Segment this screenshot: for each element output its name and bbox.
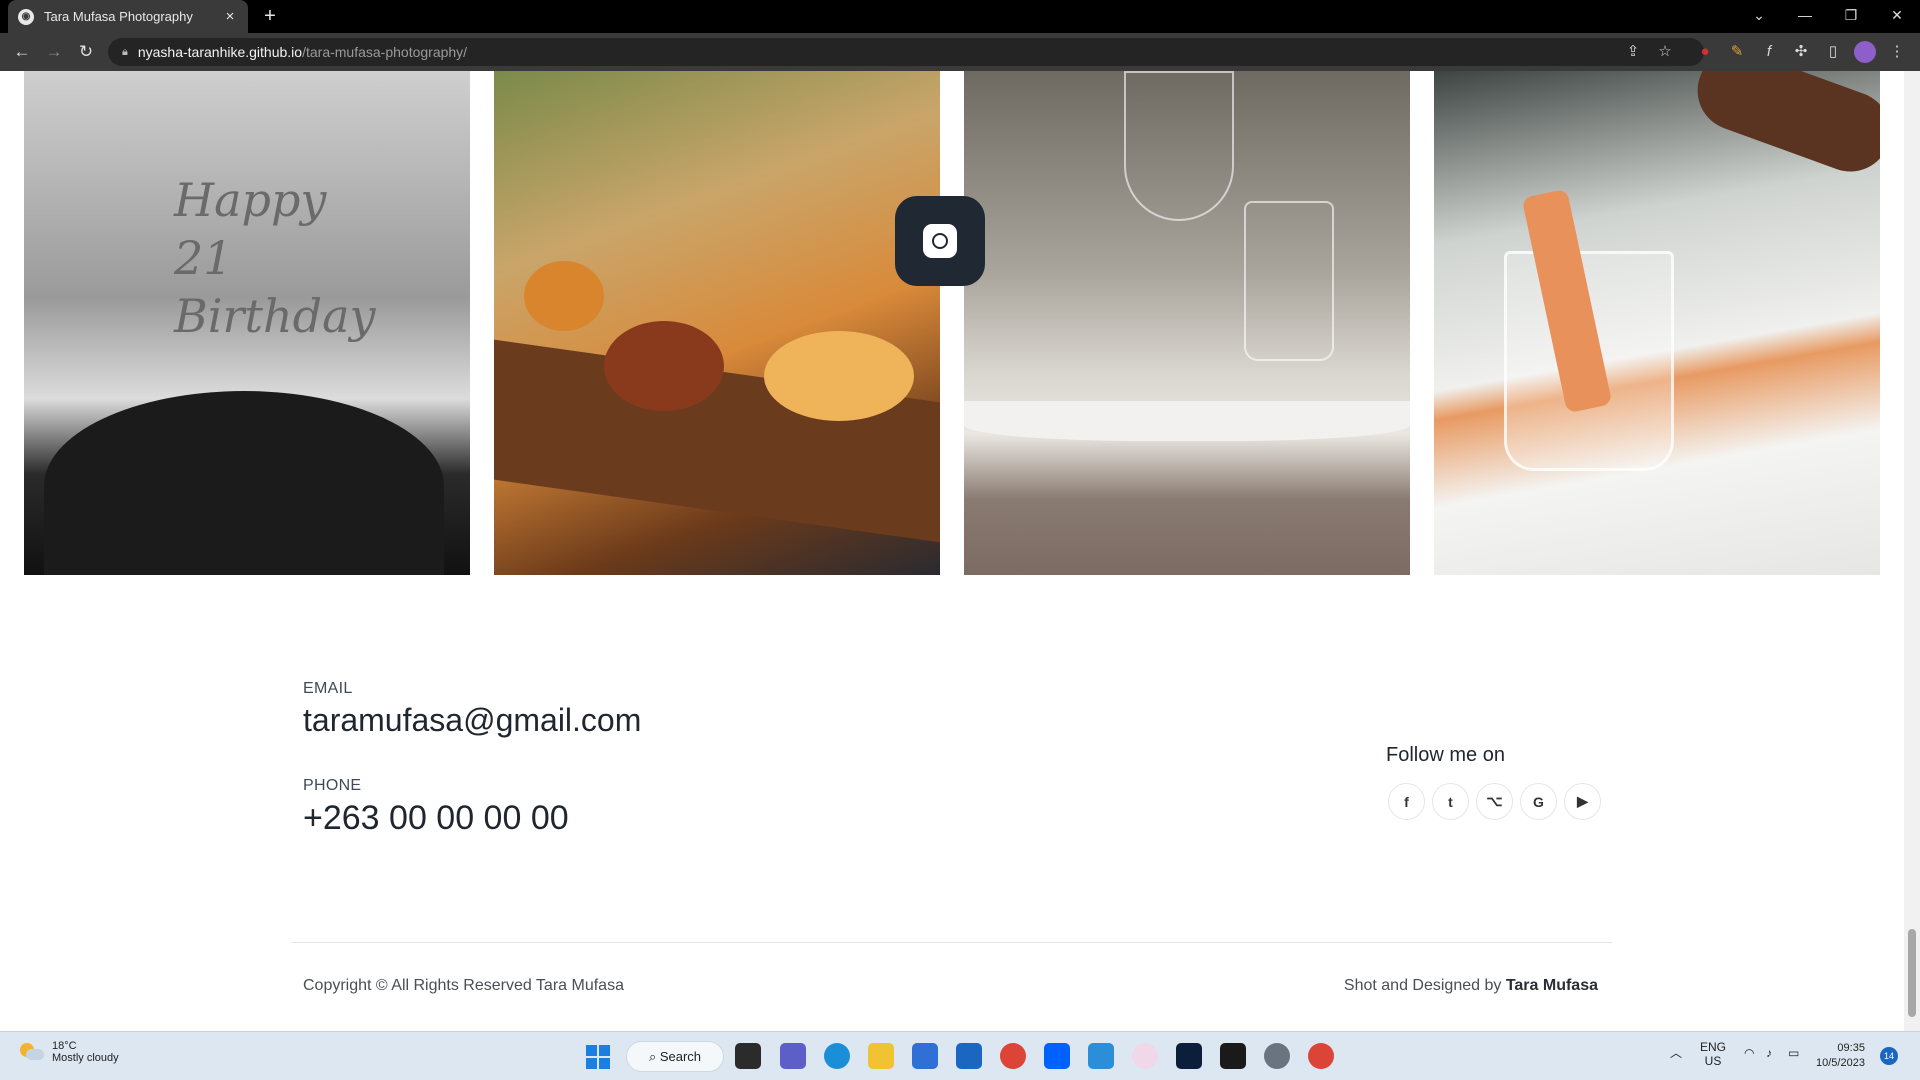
share-icon[interactable]: ⇪ <box>1622 41 1644 63</box>
instagram-icon <box>923 224 957 258</box>
volume-icon[interactable]: ♪ <box>1766 1046 1772 1060</box>
food-item-shape <box>524 261 604 331</box>
tray-chevron-icon[interactable]: ︿ <box>1670 1046 1682 1060</box>
vscode-icon[interactable] <box>1088 1043 1114 1069</box>
scrollbar-thumb[interactable] <box>1908 929 1916 1017</box>
youtube-icon[interactable]: ▶ <box>1564 783 1601 820</box>
bridge-icon[interactable] <box>1220 1043 1246 1069</box>
reload-icon[interactable]: ↻ <box>74 41 98 63</box>
cake-shape <box>44 391 444 575</box>
browser-menu-icon[interactable]: ⋮ <box>1886 41 1908 63</box>
notification-badge[interactable]: 14 <box>1880 1047 1898 1065</box>
clock-time: 09:35 <box>1837 1042 1865 1054</box>
extension-icon[interactable]: ● <box>1694 41 1716 63</box>
chrome-icon[interactable] <box>1000 1043 1026 1069</box>
taskbar-clock[interactable]: 09:35 10/5/2023 <box>1816 1041 1865 1071</box>
dropbox-icon[interactable] <box>1044 1043 1070 1069</box>
language-indicator[interactable]: ENG US <box>1700 1040 1726 1068</box>
credit-prefix: Shot and Designed by <box>1343 977 1502 994</box>
weather-temperature: 18°C <box>52 1040 77 1052</box>
arm-shape <box>1686 71 1880 183</box>
battery-icon[interactable]: ▭ <box>1788 1046 1799 1060</box>
site-favicon-icon: ◉ <box>18 8 34 25</box>
browser-tab-strip: ◉ Tara Mufasa Photography × + ⌄ — ❐ ✕ <box>0 0 1920 33</box>
language-code: ENG <box>1700 1040 1727 1054</box>
page-scrollbar[interactable] <box>1904 71 1920 1031</box>
clock-date: 10/5/2023 <box>1816 1057 1865 1069</box>
weather-widget[interactable]: 18°C Mostly cloudy <box>18 1040 119 1064</box>
github-icon[interactable]: ⌥ <box>1476 783 1513 820</box>
url-path: /tara-mufasa-photography/ <box>302 44 468 60</box>
social-links: f t ⌥ G ▶ <box>1388 783 1601 820</box>
browser-toolbar: ← → ↻ 🔒︎ nyasha-taranhike.github.io /tar… <box>0 33 1920 71</box>
footer-divider <box>291 942 1612 943</box>
store-icon[interactable] <box>912 1043 938 1069</box>
photoshop-icon[interactable] <box>1176 1043 1202 1069</box>
tab-search-icon[interactable]: ⌄ <box>1736 0 1782 33</box>
minimize-icon[interactable]: — <box>1782 0 1828 33</box>
chrome-canary-icon[interactable] <box>1308 1043 1334 1069</box>
gallery-photo-food-platter[interactable] <box>494 71 940 575</box>
bookmark-star-icon[interactable]: ☆ <box>1654 41 1676 63</box>
address-bar[interactable]: 🔒︎ nyasha-taranhike.github.io /tara-mufa… <box>108 38 1704 66</box>
email-label: EMAIL <box>303 680 353 697</box>
cake-topper-text: Happy 21 Birthday <box>174 173 376 343</box>
settings-gear-icon[interactable] <box>1264 1043 1290 1069</box>
forward-icon[interactable]: → <box>42 41 66 63</box>
lock-icon: 🔒︎ <box>122 45 128 58</box>
tab-title: Tara Mufasa Photography <box>44 9 193 24</box>
food-item-shape <box>764 331 914 421</box>
start-button[interactable] <box>586 1045 610 1069</box>
task-view-icon[interactable] <box>735 1043 761 1069</box>
google-icon[interactable]: G <box>1520 783 1557 820</box>
weather-description: Mostly cloudy <box>52 1052 119 1064</box>
contact-section: EMAIL taramufasa@gmail.com PHONE +263 00… <box>303 680 1103 838</box>
extensions-puzzle-icon[interactable]: ✣ <box>1790 41 1812 63</box>
taskbar-search[interactable]: ⌕ Search <box>626 1041 724 1072</box>
table-surface-shape <box>964 401 1410 441</box>
wine-glass-shape <box>1124 71 1234 221</box>
gallery-photo-wine-bucket[interactable] <box>1434 71 1880 575</box>
teams-icon[interactable] <box>780 1043 806 1069</box>
facebook-icon[interactable]: f <box>1388 783 1425 820</box>
extension-font-icon[interactable]: f <box>1758 41 1780 63</box>
side-panel-icon[interactable]: ▯ <box>1822 41 1844 63</box>
profile-avatar[interactable] <box>1854 41 1876 63</box>
gallery-photo-glasses[interactable] <box>964 71 1410 575</box>
extension-pen-icon[interactable]: ✎ <box>1726 41 1748 63</box>
weather-cloudy-icon <box>18 1041 44 1063</box>
credit-text: Shot and Designed by Tara Mufasa <box>1344 977 1598 995</box>
url-host: nyasha-taranhike.github.io <box>137 44 303 60</box>
instagram-button[interactable] <box>895 196 985 286</box>
phone-link[interactable]: +263 00 00 00 00 <box>303 799 1103 838</box>
follow-heading: Follow me on <box>1386 744 1505 766</box>
mail-icon[interactable] <box>956 1043 982 1069</box>
itunes-icon[interactable] <box>1132 1043 1158 1069</box>
new-tab-button[interactable]: + <box>258 5 282 29</box>
photo-gallery: Happy 21 Birthday <box>24 71 1880 575</box>
search-label: Search <box>659 1049 702 1064</box>
phone-label: PHONE <box>303 777 362 794</box>
file-explorer-icon[interactable] <box>868 1043 894 1069</box>
email-link[interactable]: taramufasa@gmail.com <box>303 702 1103 739</box>
wifi-icon[interactable]: ◠ <box>1744 1046 1754 1060</box>
water-glass-shape <box>1244 201 1334 361</box>
tab-close-icon[interactable]: × <box>222 8 238 25</box>
food-item-shape <box>604 321 724 411</box>
region-code: US <box>1704 1054 1722 1068</box>
copyright-text: Copyright © All Rights Reserved Tara Muf… <box>303 977 624 994</box>
back-icon[interactable]: ← <box>10 41 34 63</box>
edge-icon[interactable] <box>824 1043 850 1069</box>
credit-name[interactable]: Tara Mufasa <box>1506 977 1598 994</box>
page-viewport: Happy 21 Birthday EMAIL taramufasa@gmail… <box>0 71 1904 1031</box>
taskbar: 18°C Mostly cloudy ⌕ Search ︿ ENG US ◠ ♪… <box>0 1031 1920 1080</box>
twitter-icon[interactable]: t <box>1432 783 1469 820</box>
close-window-icon[interactable]: ✕ <box>1874 0 1920 33</box>
restore-icon[interactable]: ❐ <box>1828 0 1874 33</box>
browser-tab[interactable]: ◉ Tara Mufasa Photography × <box>8 0 248 33</box>
gallery-photo-birthday-cake[interactable]: Happy 21 Birthday <box>24 71 470 575</box>
